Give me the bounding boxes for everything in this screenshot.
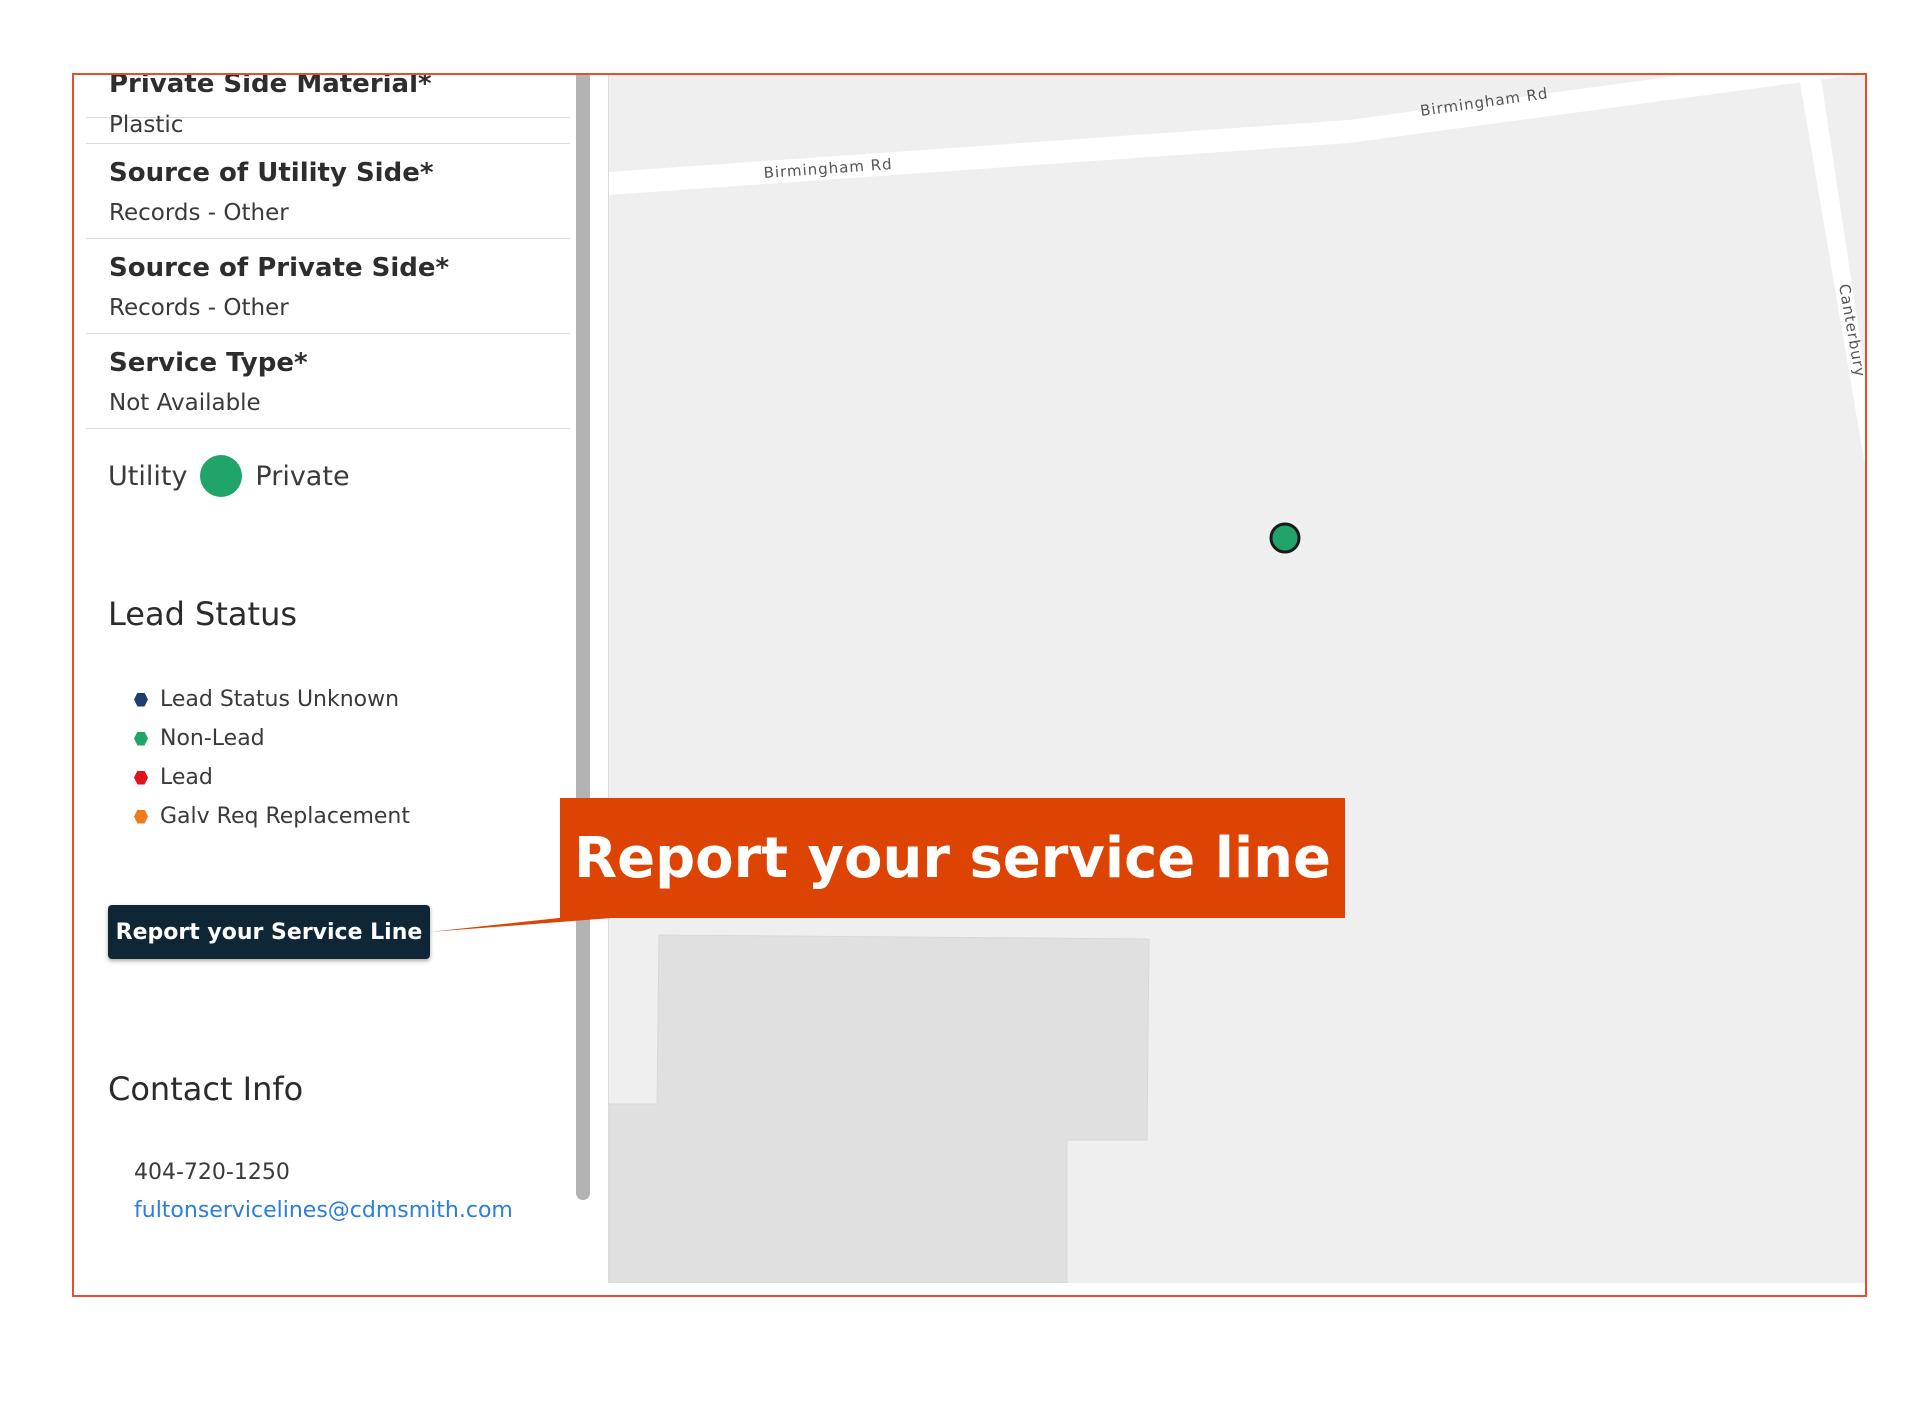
field-service-type: Service Type* Not Available xyxy=(86,334,570,429)
report-service-line-button[interactable]: Report your Service Line xyxy=(108,905,430,959)
lead-status-legend: Lead Status Unknown Non-Lead Lead Galv R… xyxy=(134,680,410,836)
field-label: Service Type* xyxy=(109,348,308,378)
building-footprint xyxy=(609,934,1150,1283)
legend-label: Non-Lead xyxy=(160,726,265,751)
contact-info-title: Contact Info xyxy=(108,1070,304,1108)
legend-label: Lead xyxy=(160,765,213,790)
sidebar-scrollbar[interactable] xyxy=(576,75,590,1200)
road-canterbury xyxy=(1798,75,1865,466)
service-line-marker[interactable] xyxy=(1269,522,1301,554)
field-source-utility-side: Source of Utility Side* Records - Other xyxy=(86,144,570,239)
field-label: Source of Utility Side* xyxy=(109,158,434,188)
contact-phone: 404-720-1250 xyxy=(134,1160,290,1185)
utility-label: Utility xyxy=(108,460,188,492)
field-value: Not Available xyxy=(109,390,261,416)
legend-item-unknown: Lead Status Unknown xyxy=(134,680,410,719)
field-value: Records - Other xyxy=(109,200,289,226)
details-sidebar: Private Side Material* Plastic Source of… xyxy=(74,75,608,1295)
ownership-indicator: Utility Private xyxy=(108,455,350,497)
road-label: Canterbury xyxy=(1835,283,1867,379)
hexagon-icon xyxy=(134,692,148,707)
lead-status-title: Lead Status xyxy=(108,595,298,633)
map-view[interactable]: Birmingham Rd Birmingham Rd Canterbury xyxy=(608,75,1867,1283)
legend-item-non-lead: Non-Lead xyxy=(134,719,410,758)
hexagon-icon xyxy=(134,770,148,785)
hexagon-icon xyxy=(134,809,148,824)
private-label: Private xyxy=(255,460,350,492)
field-source-private-side: Source of Private Side* Records - Other xyxy=(86,239,570,334)
contact-email-link[interactable]: fultonservicelines@cdmsmith.com xyxy=(134,1198,513,1223)
hexagon-icon xyxy=(134,731,148,746)
field-divider xyxy=(86,75,570,144)
field-value: Records - Other xyxy=(109,295,289,321)
legend-item-lead: Lead xyxy=(134,758,410,797)
legend-item-galv: Galv Req Replacement xyxy=(134,797,410,836)
callout-banner: Report your service line xyxy=(560,798,1345,918)
legend-label: Galv Req Replacement xyxy=(160,804,411,829)
legend-label: Lead Status Unknown xyxy=(160,687,400,712)
field-label: Source of Private Side* xyxy=(109,253,450,283)
screenshot-frame: Private Side Material* Plastic Source of… xyxy=(72,73,1867,1297)
map-canvas: Birmingham Rd Birmingham Rd Canterbury xyxy=(609,75,1867,1283)
status-dot-icon xyxy=(200,455,243,497)
